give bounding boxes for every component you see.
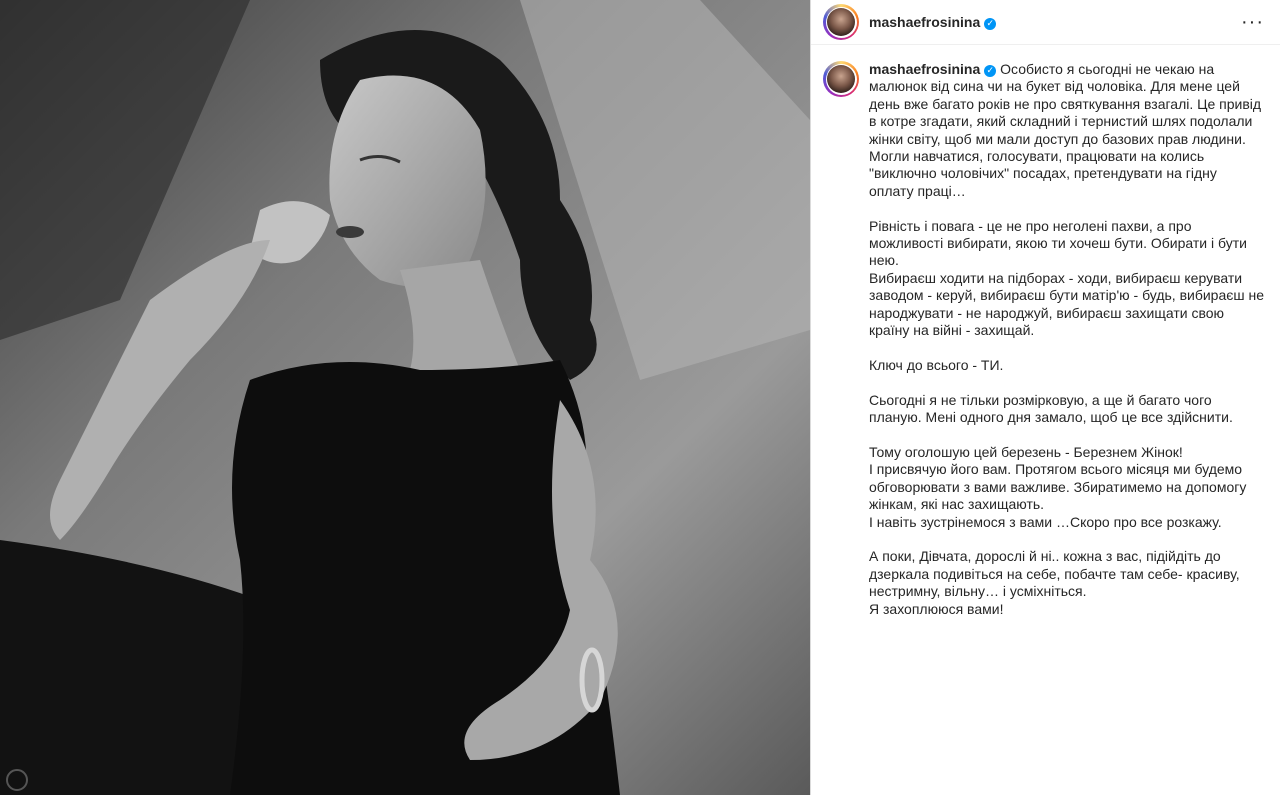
author-username[interactable]: mashaefrosinina ✓	[869, 14, 997, 30]
instagram-post: mashaefrosinina ✓ ··· mashaefrosinina ✓ Ос…	[0, 0, 1280, 795]
caption-author-avatar[interactable]	[823, 61, 859, 97]
caption-verified-badge-icon: ✓	[984, 64, 997, 77]
post-header: mashaefrosinina ✓ ···	[811, 0, 1280, 45]
more-options-icon[interactable]: ···	[1241, 12, 1264, 32]
caption-text-block: mashaefrosinina ✓ Особисто я сьогодні не …	[869, 61, 1264, 795]
verified-badge-icon: ✓	[984, 17, 997, 30]
author-avatar[interactable]	[823, 4, 859, 40]
caption-avatar-image	[827, 65, 855, 93]
caption-section: mashaefrosinina ✓ Особисто я сьогодні не …	[811, 45, 1280, 795]
author-avatar-image	[827, 8, 855, 36]
caption-text: Особисто я сьогодні не чекаю на малюнок …	[869, 61, 1265, 617]
post-photo[interactable]	[0, 0, 810, 795]
post-side-panel: mashaefrosinina ✓ ··· mashaefrosinina ✓ Ос…	[810, 0, 1280, 795]
tagged-users-icon[interactable]	[6, 769, 28, 791]
caption-username[interactable]: mashaefrosinina	[869, 61, 980, 77]
username-text[interactable]: mashaefrosinina	[869, 14, 980, 30]
portrait-illustration	[0, 0, 810, 795]
